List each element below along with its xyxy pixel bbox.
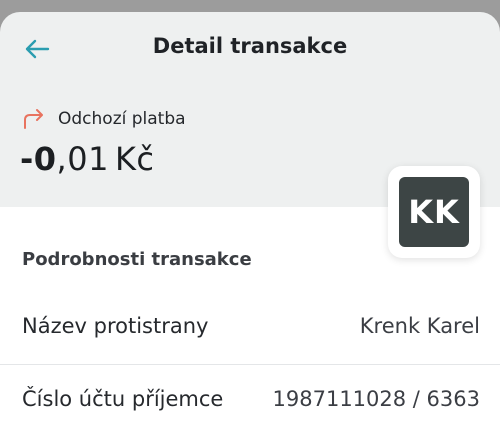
section-title: Podrobnosti transakce xyxy=(22,249,252,270)
detail-label: Název protistrany xyxy=(22,314,209,338)
header: Detail transakce xyxy=(0,12,500,82)
amount-major: -0 xyxy=(20,140,57,178)
page-title: Detail transakce xyxy=(152,34,348,58)
divider xyxy=(0,364,500,365)
amount-currency: Kč xyxy=(114,140,155,178)
detail-value: Krenk Karel xyxy=(359,314,480,338)
outgoing-arrow-icon xyxy=(24,109,43,129)
detail-value: 1987111028 / 6363 xyxy=(272,387,480,411)
avatar-initials: KK xyxy=(399,177,469,247)
avatar: KK xyxy=(388,166,480,258)
detail-row-account: Číslo účtu příjemce 1987111028 / 6363 xyxy=(22,387,480,411)
amount-minor: ,01 xyxy=(56,140,109,178)
transaction-sheet: Detail transakce Odchozí platba -0,01 Kč … xyxy=(0,12,500,427)
detail-label: Číslo účtu příjemce xyxy=(22,387,224,411)
direction-indicator: Odchozí platba xyxy=(22,108,186,130)
amount: -0,01 Kč xyxy=(20,140,155,178)
detail-row-counterparty: Název protistrany Krenk Karel xyxy=(22,314,480,338)
direction-label: Odchozí platba xyxy=(58,109,186,129)
